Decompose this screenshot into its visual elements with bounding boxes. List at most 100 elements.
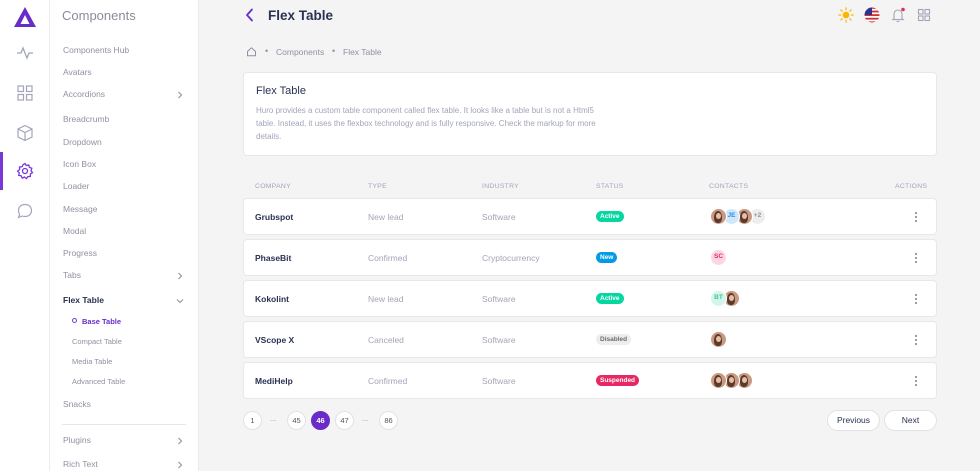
activity-icon[interactable] xyxy=(16,44,34,62)
nav-dropdown[interactable]: Dropdown xyxy=(63,137,102,147)
avatar-initials[interactable]: BT xyxy=(710,290,727,307)
more-vertical-icon[interactable] xyxy=(914,211,918,223)
subnav-media-table[interactable]: Media Table xyxy=(72,357,112,366)
page-1[interactable]: 1 xyxy=(243,411,262,430)
breadcrumb-flex-table: Flex Table xyxy=(343,47,382,57)
contacts-stack: SC xyxy=(710,249,727,267)
row-type: Confirmed xyxy=(368,253,408,263)
col-industry: INDUSTRY xyxy=(482,183,520,190)
avatar[interactable] xyxy=(710,331,727,348)
chat-icon[interactable] xyxy=(16,202,34,220)
bell-icon[interactable] xyxy=(890,7,906,23)
table-row[interactable]: MediHelp Confirmed Software Suspended xyxy=(243,362,937,399)
more-vertical-icon[interactable] xyxy=(914,334,918,346)
nav-snacks[interactable]: Snacks xyxy=(63,399,91,409)
pagination-ellipsis: ... xyxy=(270,414,277,423)
col-type: TYPE xyxy=(368,183,387,190)
breadcrumb-components[interactable]: Components xyxy=(276,47,324,57)
panel-divider xyxy=(62,424,186,425)
back-arrow-icon[interactable] xyxy=(244,8,256,22)
row-type: New lead xyxy=(368,212,404,222)
page-86[interactable]: 86 xyxy=(379,411,398,430)
intro-title: Flex Table xyxy=(256,85,306,97)
nav-loader[interactable]: Loader xyxy=(63,181,89,191)
sun-icon[interactable] xyxy=(838,7,854,23)
more-vertical-icon[interactable] xyxy=(914,252,918,264)
breadcrumb-separator: • xyxy=(332,46,336,56)
table-row[interactable]: PhaseBit Confirmed Cryptocurrency New SC xyxy=(243,239,937,276)
page-title: Flex Table xyxy=(268,8,334,23)
nav-progress[interactable]: Progress xyxy=(63,248,97,258)
subnav-advanced-table[interactable]: Advanced Table xyxy=(72,377,125,386)
row-industry: Software xyxy=(482,294,516,304)
chevron-right-icon[interactable] xyxy=(176,437,184,445)
contacts-stack: JE +2 xyxy=(710,208,766,226)
status-badge: Active xyxy=(596,211,624,222)
nav-plugins[interactable]: Plugins xyxy=(63,435,91,445)
more-vertical-icon[interactable] xyxy=(914,293,918,305)
company-name: Kokolint xyxy=(255,294,289,304)
chevron-right-icon[interactable] xyxy=(176,91,184,99)
intro-card: Flex Table Huro provides a custom table … xyxy=(243,72,937,156)
pagination-ellipsis: ... xyxy=(362,414,369,423)
table-row[interactable]: Kokolint New lead Software Active BT xyxy=(243,280,937,317)
nav-modal[interactable]: Modal xyxy=(63,226,86,236)
table-row[interactable]: VScope X Canceled Software Disabled xyxy=(243,321,937,358)
col-company: COMPANY xyxy=(255,183,291,190)
intro-text: Huro provides a custom table component c… xyxy=(256,106,596,141)
nav-rich-text[interactable]: Rich Text xyxy=(63,459,98,469)
row-type: New lead xyxy=(368,294,404,304)
company-name: PhaseBit xyxy=(255,253,292,263)
huro-logo[interactable] xyxy=(13,6,37,28)
grid-icon[interactable] xyxy=(16,84,34,102)
more-vertical-icon[interactable] xyxy=(914,375,918,387)
subnav-compact-table[interactable]: Compact Table xyxy=(72,337,122,346)
box-icon[interactable] xyxy=(16,124,34,142)
avatar[interactable] xyxy=(710,372,727,389)
avatar-initials[interactable]: SC xyxy=(710,249,727,266)
chevron-right-icon[interactable] xyxy=(176,272,184,280)
home-icon[interactable] xyxy=(246,46,257,57)
row-type: Canceled xyxy=(368,335,404,345)
nav-accordions[interactable]: Accordions xyxy=(63,89,105,99)
active-dot-icon xyxy=(72,318,77,323)
status-badge: Active xyxy=(596,293,624,304)
nav-breadcrumb[interactable]: Breadcrumb xyxy=(63,114,109,124)
page-47[interactable]: 47 xyxy=(335,411,354,430)
page-46-current[interactable]: 46 xyxy=(311,411,330,430)
chevron-down-icon[interactable] xyxy=(176,297,184,305)
settings-icon[interactable] xyxy=(16,162,34,180)
us-flag-icon[interactable] xyxy=(864,7,880,23)
previous-button[interactable]: Previous xyxy=(827,410,880,431)
row-industry: Cryptocurrency xyxy=(482,253,540,263)
nav-message[interactable]: Message xyxy=(63,204,98,214)
contacts-stack xyxy=(710,331,727,349)
panel-title: Components xyxy=(62,8,136,23)
page-45[interactable]: 45 xyxy=(287,411,306,430)
status-badge: Disabled xyxy=(596,334,632,345)
chevron-right-icon[interactable] xyxy=(176,461,184,469)
apps-grid-icon[interactable] xyxy=(916,7,932,23)
row-type: Confirmed xyxy=(368,376,408,386)
icon-rail xyxy=(0,0,50,471)
col-status: STATUS xyxy=(596,183,624,190)
avatar[interactable] xyxy=(710,208,727,225)
status-badge: New xyxy=(596,252,618,263)
row-industry: Software xyxy=(482,376,516,386)
status-badge: Suspended xyxy=(596,375,640,386)
nav-components-hub[interactable]: Components Hub xyxy=(63,45,129,55)
nav-avatars[interactable]: Avatars xyxy=(63,67,92,77)
nav-tabs[interactable]: Tabs xyxy=(63,270,81,280)
next-button[interactable]: Next xyxy=(884,410,937,431)
col-contacts: CONTACTS xyxy=(709,183,749,190)
company-name: MediHelp xyxy=(255,376,293,386)
contacts-stack: BT xyxy=(710,290,740,308)
contacts-stack xyxy=(710,372,753,390)
breadcrumb-separator: • xyxy=(265,46,269,56)
col-actions: ACTIONS xyxy=(895,183,928,190)
table-row[interactable]: Grubspot New lead Software Active JE +2 xyxy=(243,198,937,235)
nav-flex-table[interactable]: Flex Table xyxy=(63,295,104,305)
nav-icon-box[interactable]: Icon Box xyxy=(63,159,96,169)
row-industry: Software xyxy=(482,335,516,345)
subnav-base-table[interactable]: Base Table xyxy=(82,317,121,326)
